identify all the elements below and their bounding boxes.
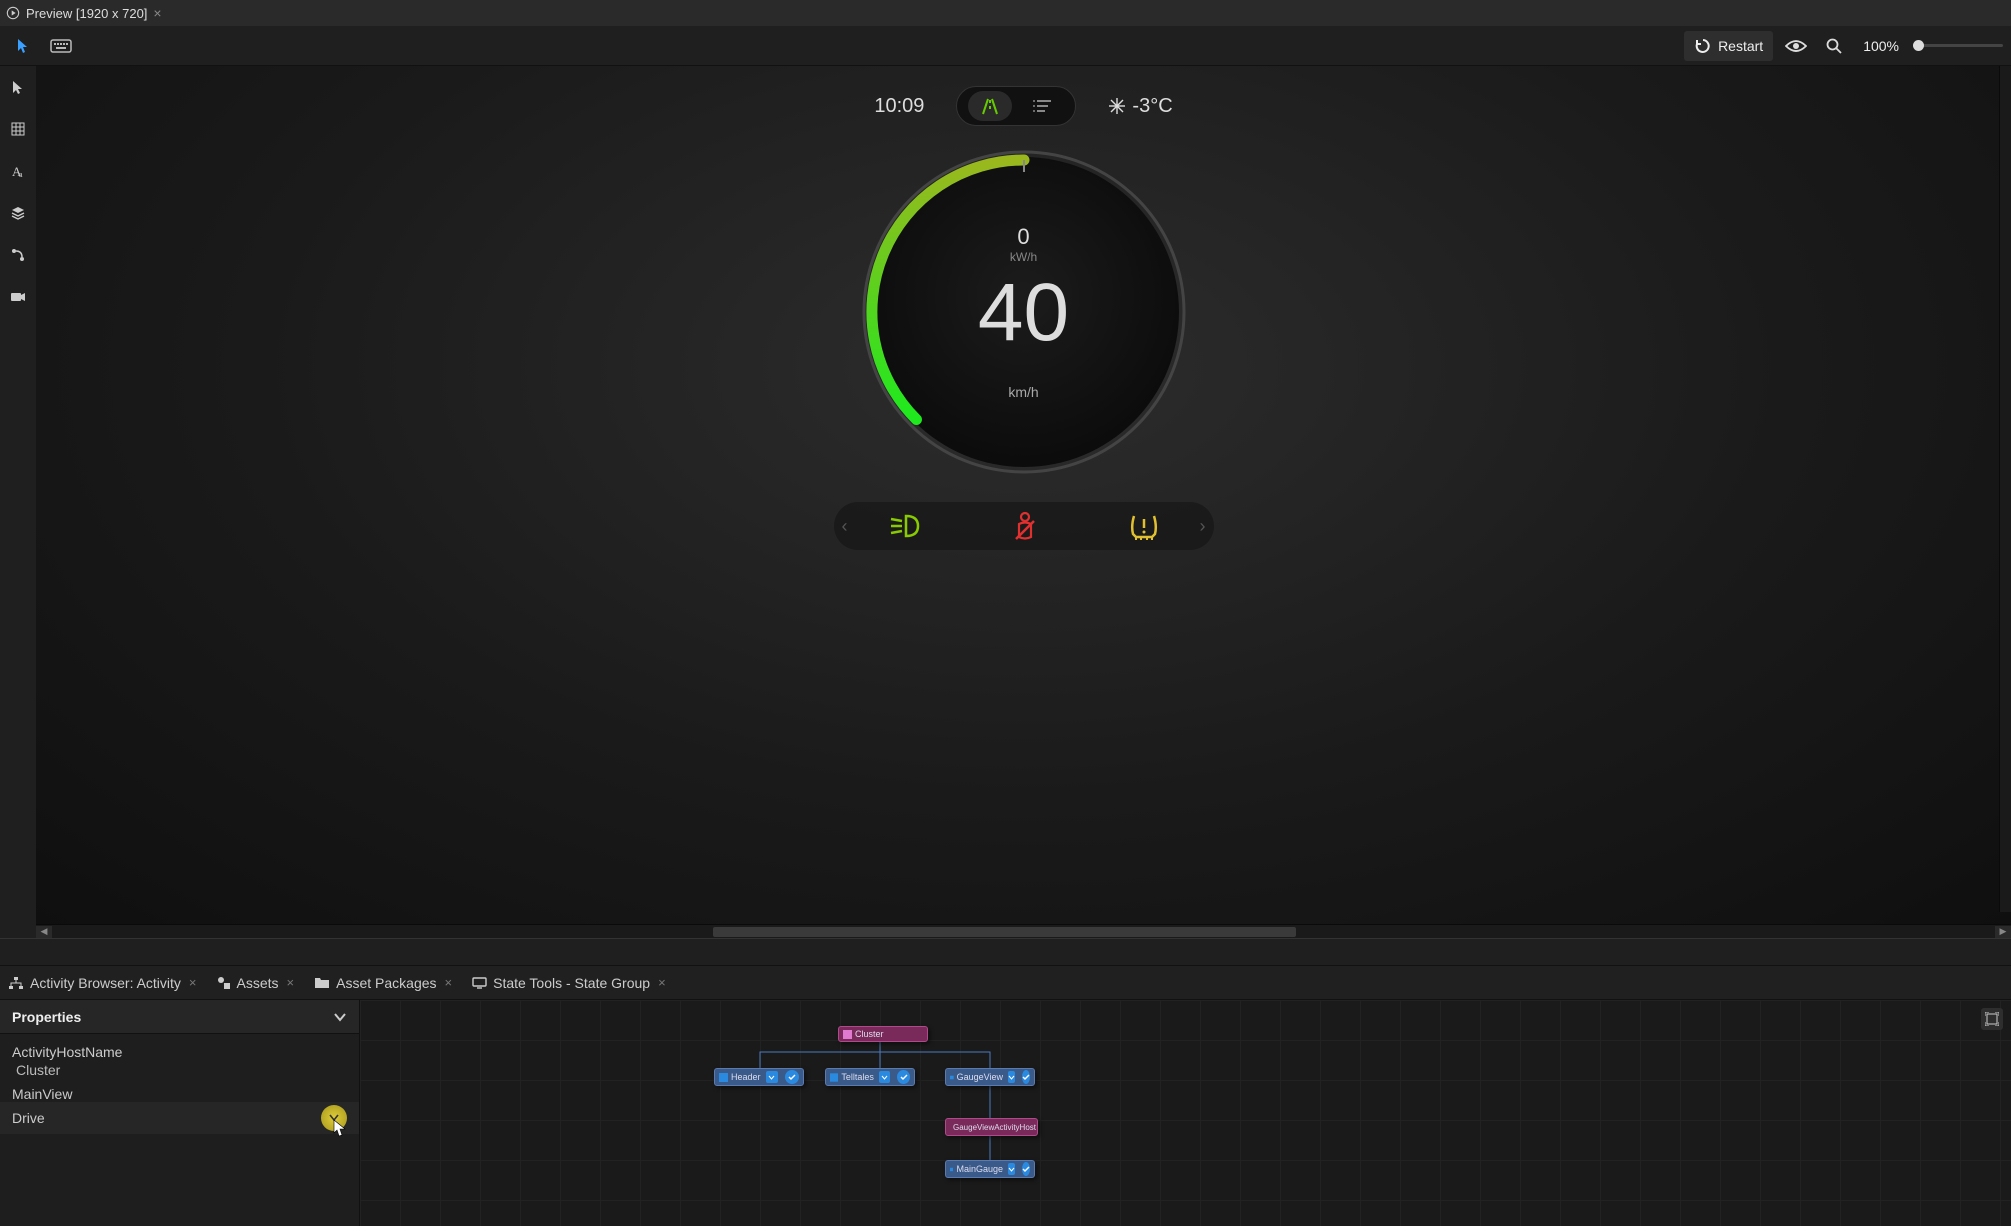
- node-status-icon: [1022, 1070, 1030, 1084]
- tab-close-button[interactable]: ×: [189, 975, 197, 990]
- tab-close-button[interactable]: ×: [658, 975, 666, 990]
- pointer-tool[interactable]: [3, 72, 33, 102]
- scroll-left-arrow[interactable]: ◀: [36, 926, 52, 938]
- node-label: Header: [731, 1072, 761, 1082]
- tab-label: Assets: [237, 975, 279, 991]
- node-expand-icon[interactable]: [766, 1071, 778, 1083]
- folder-icon: [314, 976, 330, 989]
- hierarchy-icon: [8, 976, 24, 990]
- node-header[interactable]: Header: [714, 1068, 804, 1086]
- preview-canvas[interactable]: 10:09 -3°C: [36, 66, 2011, 924]
- snowflake-icon: [1108, 97, 1126, 115]
- grid-tool[interactable]: [3, 114, 33, 144]
- restart-label: Restart: [1718, 38, 1763, 54]
- prop-activityhostname-label: ActivityHostName: [12, 1044, 347, 1060]
- text-tool[interactable]: Aa: [3, 156, 33, 186]
- keyboard-tool-button[interactable]: [46, 31, 76, 61]
- view-toggle[interactable]: [956, 86, 1076, 126]
- properties-title: Properties: [12, 1009, 81, 1025]
- node-label: Telltales: [841, 1072, 874, 1082]
- power-readout: 0 kW/h: [1010, 224, 1037, 264]
- tire-pressure-icon: [1128, 512, 1160, 540]
- node-expand-icon[interactable]: [1008, 1163, 1015, 1175]
- restart-button[interactable]: Restart: [1684, 31, 1773, 61]
- connector-tool[interactable]: [3, 240, 33, 270]
- kwh-label: kW/h: [1010, 250, 1037, 264]
- tab-label: Activity Browser: Activity: [30, 975, 181, 991]
- title-bar: Preview [1920 x 720] ×: [0, 0, 2011, 26]
- node-status-icon: [1022, 1162, 1030, 1176]
- node-status-icon: [897, 1070, 910, 1084]
- camera-tool[interactable]: [3, 282, 33, 312]
- kwh-value: 0: [1017, 224, 1029, 250]
- node-telltales[interactable]: Telltales: [825, 1068, 915, 1086]
- node-label: GaugeViewActivityHost: [953, 1123, 1036, 1132]
- next-indicator-arrow[interactable]: ›: [1200, 516, 1206, 537]
- restart-icon: [1694, 37, 1712, 55]
- interact-tool-button[interactable]: [8, 31, 38, 61]
- tab-assets[interactable]: Assets ×: [217, 966, 295, 999]
- panel-divider[interactable]: [0, 938, 2011, 966]
- prop-mainview-value: Drive: [12, 1110, 45, 1126]
- temperature: -3°C: [1108, 95, 1172, 118]
- node-expand-icon[interactable]: [1008, 1071, 1015, 1083]
- bottom-tabs: Activity Browser: Activity × Assets × As…: [0, 966, 2011, 1000]
- tab-activity-browser[interactable]: Activity Browser: Activity ×: [8, 966, 197, 999]
- tab-asset-packages[interactable]: Asset Packages ×: [314, 966, 452, 999]
- tab-close-button[interactable]: ×: [287, 975, 295, 990]
- monitor-icon: [472, 977, 487, 989]
- window-title: Preview [1920 x 720]: [26, 6, 147, 21]
- prev-indicator-arrow[interactable]: ‹: [842, 516, 848, 537]
- svg-text:a: a: [19, 170, 23, 179]
- activity-graph[interactable]: Cluster Header Telltales GaugeView: [360, 1000, 2011, 1226]
- layers-tool[interactable]: [3, 198, 33, 228]
- node-cluster[interactable]: Cluster: [838, 1026, 928, 1042]
- close-tab-button[interactable]: ×: [153, 5, 161, 21]
- shapes-icon: [217, 976, 231, 990]
- prop-activityhostname-value: Cluster: [12, 1060, 347, 1080]
- chevron-down-icon[interactable]: [333, 1012, 347, 1022]
- tab-state-tools[interactable]: State Tools - State Group ×: [472, 966, 666, 999]
- node-maingauge[interactable]: MainGauge: [945, 1160, 1035, 1178]
- node-gaugeview-activityhost[interactable]: GaugeViewActivityHost: [945, 1118, 1038, 1136]
- properties-panel: Properties ActivityHostName Cluster Main…: [0, 1000, 360, 1226]
- node-label: GaugeView: [957, 1072, 1003, 1082]
- headlight-icon: [888, 513, 922, 539]
- zoom-search-button[interactable]: [1819, 31, 1849, 61]
- left-sidebar: Aa: [0, 66, 36, 938]
- node-status-icon: [785, 1070, 799, 1084]
- graph-connectors: [360, 1000, 2011, 1226]
- tab-label: Asset Packages: [336, 975, 436, 991]
- prop-mainview-label: MainView: [12, 1086, 347, 1102]
- lane-view-icon[interactable]: [968, 91, 1012, 121]
- zoom-slider[interactable]: [1913, 44, 2003, 47]
- list-view-icon[interactable]: [1021, 91, 1065, 121]
- tab-label: State Tools - State Group: [493, 975, 650, 991]
- visibility-button[interactable]: [1781, 31, 1811, 61]
- toolbar: Restart 100%: [0, 26, 2011, 66]
- speed-gauge: 0 kW/h 40 km/h: [854, 142, 1194, 482]
- clock-time: 10:09: [874, 95, 924, 118]
- scroll-right-arrow[interactable]: ▶: [1995, 926, 2011, 938]
- horizontal-scrollbar[interactable]: ◀ ▶: [36, 924, 2011, 938]
- node-label: MainGauge: [956, 1164, 1003, 1174]
- tab-close-button[interactable]: ×: [445, 975, 453, 990]
- mainview-dropdown-button[interactable]: [321, 1105, 347, 1131]
- temperature-value: -3°C: [1132, 95, 1172, 118]
- speed-value: 40: [978, 272, 1069, 354]
- speed-unit: km/h: [1008, 384, 1038, 400]
- dashboard-header: 10:09 -3°C: [874, 86, 1172, 126]
- seatbelt-icon: [1012, 511, 1038, 541]
- scrollbar-thumb[interactable]: [713, 927, 1296, 937]
- node-gaugeview[interactable]: GaugeView: [945, 1068, 1035, 1086]
- telltale-strip: ‹ ›: [834, 502, 1214, 550]
- zoom-percentage: 100%: [1857, 38, 1905, 54]
- vertical-scrollbar[interactable]: [1999, 66, 2011, 912]
- node-label: Cluster: [855, 1029, 884, 1039]
- node-expand-icon[interactable]: [879, 1071, 890, 1083]
- preview-play-icon: [6, 6, 20, 20]
